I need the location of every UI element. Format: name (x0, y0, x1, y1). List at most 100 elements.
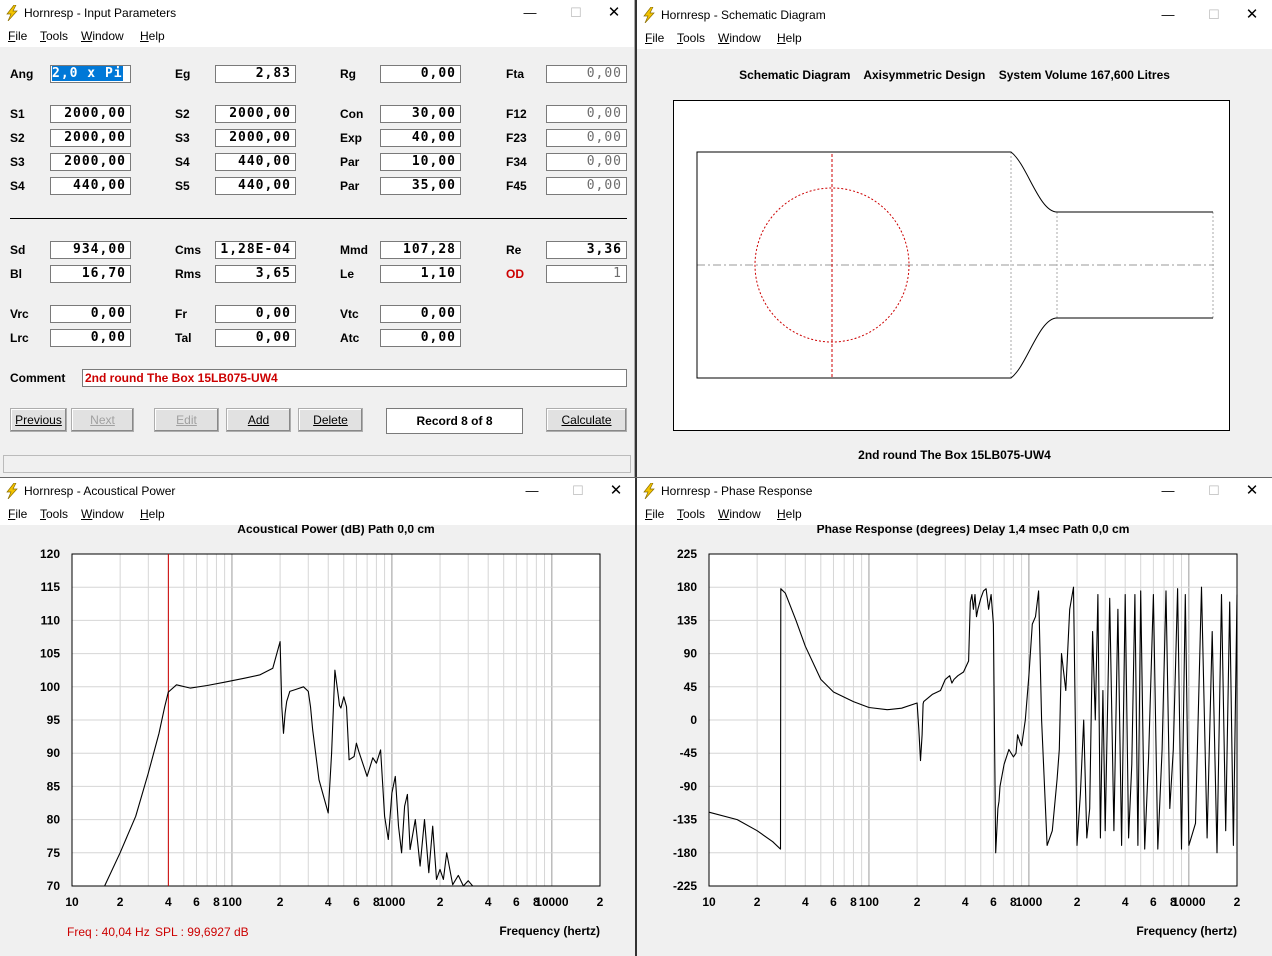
minimize-icon[interactable]: — (1154, 6, 1182, 24)
x-axis-label: Frequency (hertz) (1136, 924, 1237, 938)
minimize-icon[interactable]: — (516, 4, 544, 22)
param-field-lrc[interactable]: 0,00 (50, 329, 131, 347)
y-tick-label: 100 (40, 680, 60, 694)
menu-help[interactable]: Help (140, 29, 165, 43)
menu-help[interactable]: Help (777, 507, 802, 521)
param-value: 0,00 (255, 330, 291, 345)
menu-file[interactable]: File (645, 507, 664, 521)
param-field-fta[interactable]: 0,00 (546, 65, 627, 83)
phase-response-chart[interactable]: Phase Response (degrees) Delay 1,4 msec … (637, 525, 1272, 956)
menu-window[interactable]: Window (81, 507, 124, 521)
calculate-button[interactable]: Calculate (546, 408, 627, 432)
param-field-con[interactable]: 30,00 (380, 105, 461, 123)
param-field-vtc[interactable]: 0,00 (380, 305, 461, 323)
delete-button[interactable]: Delete (298, 408, 363, 432)
x-tick-label: 8 (213, 895, 220, 909)
param-label: S1 (10, 107, 25, 121)
param-field-f12[interactable]: 0,00 (546, 105, 627, 123)
param-field-fr[interactable]: 0,00 (215, 305, 296, 323)
param-value: 2000,00 (229, 106, 291, 121)
menu-tools[interactable]: Tools (40, 507, 68, 521)
param-field-rms[interactable]: 3,65 (215, 265, 296, 283)
title-bar: Hornresp - Acoustical Power — ☐ ✕ (0, 478, 636, 505)
param-label: Rg (340, 67, 356, 81)
param-field-re[interactable]: 3,36 (546, 241, 627, 259)
add-button[interactable]: Add (226, 408, 291, 432)
x-tick-label: 8 (850, 895, 857, 909)
comment-field[interactable]: 2nd round The Box 15LB075-UW4 (82, 369, 627, 387)
x-tick-label: 2 (597, 895, 604, 909)
param-field-atc[interactable]: 0,00 (380, 329, 461, 347)
param-field-s2[interactable]: 2000,00 (215, 105, 296, 123)
maximize-icon[interactable]: ☐ (1200, 482, 1228, 500)
param-field-exp[interactable]: 40,00 (380, 129, 461, 147)
menu-tools[interactable]: Tools (677, 31, 705, 45)
previous-button[interactable]: Previous (10, 408, 67, 432)
maximize-icon[interactable]: ☐ (1200, 6, 1228, 24)
param-value: 0,00 (90, 306, 126, 321)
menu-window[interactable]: Window (718, 507, 761, 521)
minimize-icon[interactable]: — (1154, 482, 1182, 500)
param-label: S5 (175, 179, 190, 193)
menu-file[interactable]: File (8, 29, 27, 43)
param-label: Exp (340, 131, 363, 145)
close-icon[interactable]: ✕ (602, 482, 630, 500)
phase-response-window: Hornresp - Phase Response — ☐ ✕ File Too… (637, 478, 1272, 956)
param-field-s4[interactable]: 440,00 (50, 177, 131, 195)
param-field-s3[interactable]: 2000,00 (50, 153, 131, 171)
param-field-s4[interactable]: 440,00 (215, 153, 296, 171)
param-field-rg[interactable]: 0,00 (380, 65, 461, 83)
x-tick-label: 2 (1234, 895, 1241, 909)
menu-window[interactable]: Window (718, 31, 761, 45)
param-field-vrc[interactable]: 0,00 (50, 305, 131, 323)
param-field-par[interactable]: 10,00 (380, 153, 461, 171)
param-field-s1[interactable]: 2000,00 (50, 105, 131, 123)
param-label: F12 (506, 107, 527, 121)
x-tick-label: 4 (165, 895, 172, 909)
param-field-cms[interactable]: 1,28E-04 (215, 241, 296, 259)
param-field-le[interactable]: 1,10 (380, 265, 461, 283)
next-button[interactable]: Next (71, 408, 134, 432)
param-field-eg[interactable]: 2,83 (215, 65, 296, 83)
acoustical-power-chart[interactable]: Acoustical Power (dB) Path 0,0 cm 120 115 1… (0, 525, 636, 956)
close-icon[interactable]: ✕ (600, 4, 628, 22)
param-field-f45[interactable]: 0,00 (546, 177, 627, 195)
param-label: Ang (10, 67, 34, 81)
menu-help[interactable]: Help (777, 31, 802, 45)
menu-window[interactable]: Window (81, 29, 124, 43)
menu-file[interactable]: File (8, 507, 27, 521)
param-field-tal[interactable]: 0,00 (215, 329, 296, 347)
param-field-f23[interactable]: 0,00 (546, 129, 627, 147)
param-field-f34[interactable]: 0,00 (546, 153, 627, 171)
edit-button[interactable]: Edit (154, 408, 219, 432)
close-icon[interactable]: ✕ (1238, 482, 1266, 500)
param-field-sd[interactable]: 934,00 (50, 241, 131, 259)
param-value: 2000,00 (64, 154, 126, 169)
param-label: F34 (506, 155, 527, 169)
param-value: 2000,00 (229, 130, 291, 145)
minimize-icon[interactable]: — (518, 482, 546, 500)
param-field-s3[interactable]: 2000,00 (215, 129, 296, 147)
close-icon[interactable]: ✕ (1238, 6, 1266, 24)
menu-file[interactable]: File (645, 31, 664, 45)
menu-tools[interactable]: Tools (677, 507, 705, 521)
acoustical-power-window: Hornresp - Acoustical Power — ☐ ✕ File T… (0, 478, 636, 956)
x-tick-label: 4 (962, 895, 969, 909)
maximize-icon[interactable]: ☐ (564, 482, 592, 500)
param-field-mmd[interactable]: 107,28 (380, 241, 461, 259)
param-label: Lrc (10, 331, 29, 345)
param-field-od[interactable]: 1 (546, 265, 627, 283)
param-field-s5[interactable]: 440,00 (215, 177, 296, 195)
param-field-par[interactable]: 35,00 (380, 177, 461, 195)
menu-help[interactable]: Help (140, 507, 165, 521)
param-field-s2[interactable]: 2000,00 (50, 129, 131, 147)
param-label: F23 (506, 131, 527, 145)
param-field-ang[interactable]: 2,0 x Pi (50, 65, 131, 83)
param-field-bl[interactable]: 16,70 (50, 265, 131, 283)
param-label: S4 (10, 179, 25, 193)
param-label: Mmd (340, 243, 368, 257)
param-label: S2 (10, 131, 25, 145)
menu-tools[interactable]: Tools (40, 29, 68, 43)
hornresp-lightning-icon (643, 483, 655, 499)
maximize-icon[interactable]: ☐ (562, 4, 590, 22)
